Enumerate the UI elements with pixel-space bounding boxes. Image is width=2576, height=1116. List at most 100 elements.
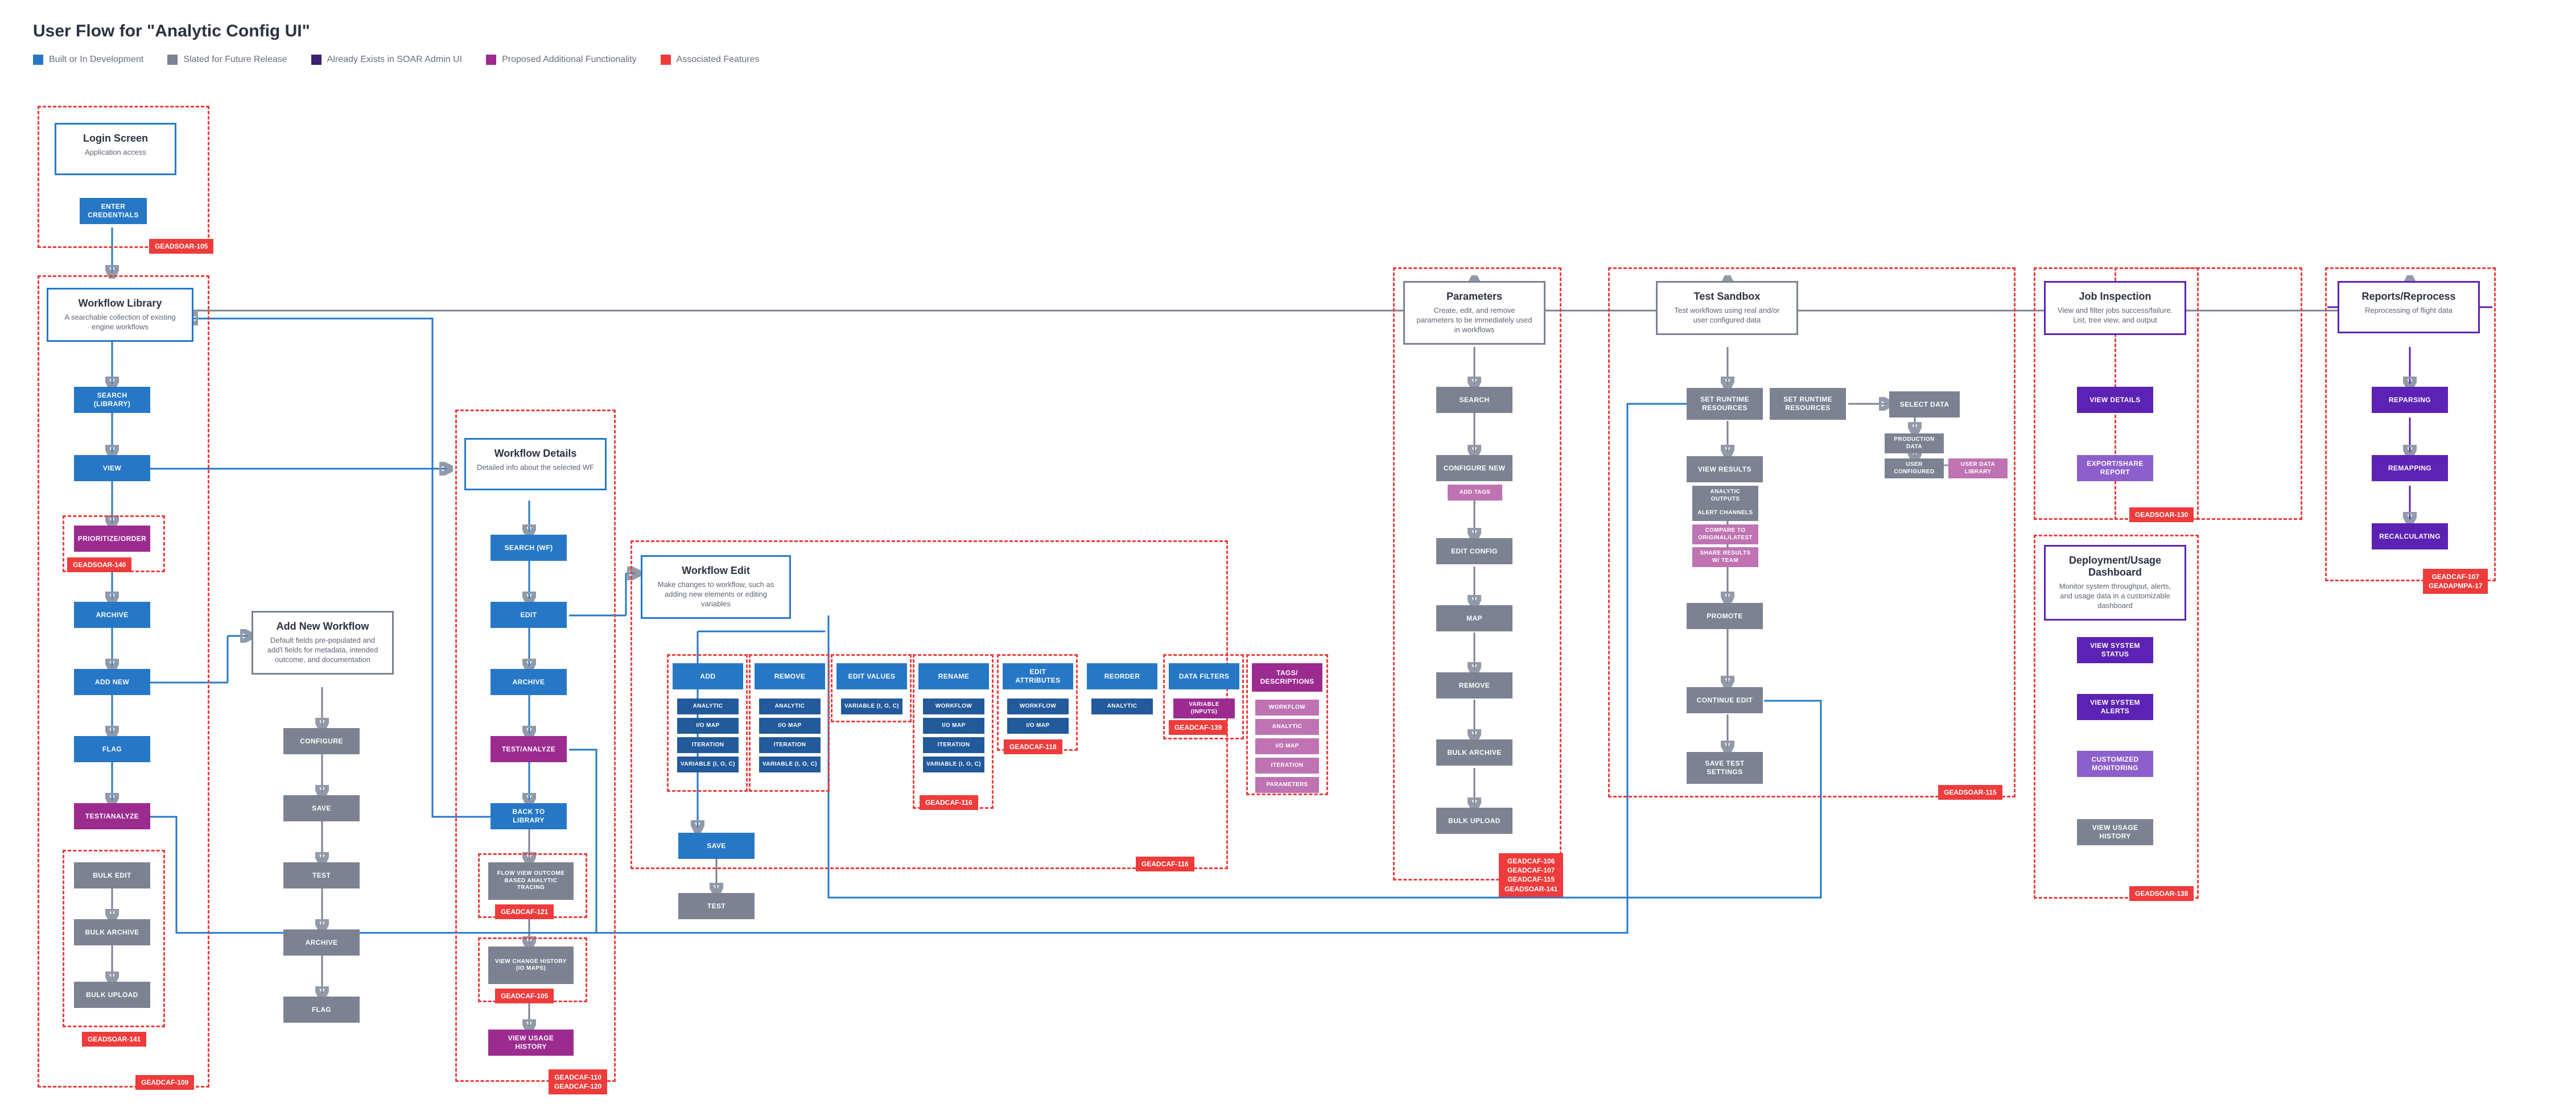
node-lib-addnew[interactable]: ADD NEW bbox=[74, 669, 150, 695]
node-details-test[interactable]: TEST/ANALYZE bbox=[491, 736, 567, 762]
sub-ev-var[interactable]: Variable (I, O, C) bbox=[841, 698, 902, 714]
sub-rm-var[interactable]: Variable (I, O, C) bbox=[759, 757, 821, 772]
tag-sandbox-group: GEADSOAR-115 bbox=[1938, 785, 2002, 800]
sub-rm-analytic[interactable]: Analytic bbox=[759, 698, 821, 714]
node-enter-credentials[interactable]: ENTER CREDENTIALS bbox=[80, 198, 147, 224]
tag-params-group: GEADCAF-106 GEADCAF-107 GEADCAF-115 GEAD… bbox=[1499, 853, 1563, 897]
node-sb-prod[interactable]: Production Data bbox=[1885, 433, 1944, 453]
node-sb-outputs[interactable]: Analytic Outputs bbox=[1692, 486, 1758, 506]
node-edit-test[interactable]: TEST bbox=[678, 893, 755, 919]
node-details-back[interactable]: BACK TO LIBRARY bbox=[491, 803, 567, 829]
node-details-flowview[interactable]: FLOW VIEW Outcome Based Analytic Tracing bbox=[488, 862, 574, 900]
node-edit-save[interactable]: SAVE bbox=[678, 833, 755, 859]
sub-td-workflow[interactable]: Workflow bbox=[1255, 700, 1319, 716]
legend-sw-exists bbox=[311, 55, 322, 65]
node-details-archive[interactable]: ARCHIVE bbox=[491, 669, 567, 695]
node-sb-userlib[interactable]: User Data Library bbox=[1948, 458, 2008, 478]
node-param-search[interactable]: SEARCH bbox=[1436, 387, 1512, 413]
node-lib-test[interactable]: TEST/ANALYZE bbox=[74, 803, 150, 829]
node-sb-share[interactable]: Share Results w/ Team bbox=[1692, 547, 1758, 567]
sub-ea-wf[interactable]: Workflow bbox=[1007, 698, 1069, 714]
node-param-configure[interactable]: CONFIGURE NEW bbox=[1436, 455, 1512, 481]
node-sb-setrr2[interactable]: SET RUNTIME RESOURCES bbox=[1770, 388, 1846, 420]
heading-title: Parameters bbox=[1415, 291, 1534, 303]
node-param-addtags[interactable]: Add Tags bbox=[1448, 485, 1502, 501]
node-addnew-configure[interactable]: CONFIGURE bbox=[283, 728, 360, 754]
node-sb-alert[interactable]: Alert Channels bbox=[1692, 505, 1758, 521]
sub-rn-wf[interactable]: Workflow bbox=[923, 698, 984, 714]
node-sb-view[interactable]: VIEW RESULTS bbox=[1687, 456, 1763, 482]
legend-label: Proposed Additional Functionality bbox=[502, 55, 637, 65]
node-details-usage[interactable]: VIEW USAGE HISTORY bbox=[488, 1030, 574, 1056]
node-addnew-test[interactable]: TEST bbox=[283, 862, 360, 888]
node-dash-alerts[interactable]: VIEW SYSTEM ALERTS bbox=[2077, 694, 2153, 720]
heading-desc: Test workflows using real and/or user co… bbox=[1668, 306, 1786, 325]
sub-add-analytic[interactable]: Analytic bbox=[677, 698, 739, 714]
node-dash-usagehist[interactable]: VIEW USAGE HISTORY bbox=[2077, 819, 2153, 845]
node-param-remove[interactable]: REMOVE bbox=[1436, 672, 1512, 698]
heading-sandbox: Test Sandbox Test workflows using real a… bbox=[1656, 281, 1798, 335]
node-addnew-archive[interactable]: ARCHIVE bbox=[283, 929, 360, 956]
sub-add-var[interactable]: Variable (I, O, C) bbox=[677, 757, 739, 772]
heading-desc: A searchable collection of existing engi… bbox=[59, 313, 182, 332]
legend-label: Already Exists in SOAR Admin UI bbox=[327, 55, 462, 65]
page-title: User Flow for "Analytic Config UI" bbox=[33, 22, 310, 41]
node-sb-setrr[interactable]: SET RUNTIME RESOURCES bbox=[1687, 388, 1763, 420]
node-rep-reparse[interactable]: REPARSING bbox=[2372, 387, 2448, 413]
heading-title: Job Inspection bbox=[2056, 291, 2174, 303]
node-param-map[interactable]: MAP bbox=[1436, 605, 1512, 631]
sub-td-analytic[interactable]: Analytic bbox=[1255, 719, 1319, 735]
node-sb-promote[interactable]: PROMOTE bbox=[1687, 603, 1763, 629]
sub-td-iter[interactable]: Iteration bbox=[1255, 758, 1319, 774]
heading-desc: Monitor system throughput, alerts, and u… bbox=[2056, 582, 2174, 611]
node-param-editconfig[interactable]: EDIT CONFIG bbox=[1436, 538, 1512, 564]
sub-td-params[interactable]: Parameters bbox=[1255, 777, 1319, 793]
node-sb-selectdata[interactable]: SELECT DATA bbox=[1889, 391, 1960, 418]
sub-rn-iter[interactable]: Iteration bbox=[923, 737, 984, 753]
tag-reports-group: GEADCAF-107 GEADAPMPA-17 bbox=[2423, 569, 2488, 594]
node-rep-recalc[interactable]: RECALCULATING bbox=[2372, 523, 2448, 549]
node-rep-remap[interactable]: REMAPPING bbox=[2372, 455, 2448, 481]
sub-add-iomap[interactable]: I/O Map bbox=[677, 718, 739, 734]
tag-dash-group: GEADSOAR-138 bbox=[2129, 886, 2194, 901]
node-details-changehist[interactable]: VIEW CHANGE HISTORY (IO Maps) bbox=[488, 946, 574, 984]
sub-add-iter[interactable]: Iteration bbox=[677, 737, 739, 753]
node-dash-status[interactable]: VIEW SYSTEM STATUS bbox=[2077, 637, 2153, 663]
node-sb-continue[interactable]: CONTINUE EDIT bbox=[1687, 687, 1763, 713]
node-param-bulkarchive[interactable]: BULK ARCHIVE bbox=[1436, 739, 1512, 766]
node-param-bulkupload[interactable]: BULK UPLOAD bbox=[1436, 808, 1512, 834]
node-sb-savesettings[interactable]: SAVE TEST SETTINGS bbox=[1687, 752, 1763, 784]
node-lib-flag[interactable]: FLAG bbox=[74, 736, 150, 762]
node-lib-bulkarchive[interactable]: BULK ARCHIVE bbox=[74, 919, 150, 945]
node-dash-custommon[interactable]: CUSTOMIZED MONITORING bbox=[2077, 751, 2153, 777]
heading-title: Workflow Library bbox=[59, 297, 182, 309]
heading-desc: Make changes to workflow, such as adding… bbox=[653, 580, 779, 609]
node-lib-prioritize[interactable]: PRIORITIZE/ORDER bbox=[74, 526, 150, 552]
tag-login: GEADSOAR-105 bbox=[149, 239, 213, 254]
sub-ea-iomap[interactable]: I/O Map bbox=[1007, 718, 1069, 734]
node-jobs-viewdetails[interactable]: VIEW DETAILS bbox=[2077, 387, 2153, 413]
node-lib-bulkedit[interactable]: BULK EDIT bbox=[74, 862, 150, 888]
sub-df-varinputs[interactable]: Variable (Inputs) bbox=[1173, 698, 1235, 718]
heading-reports: Reports/Reprocess Reprocessing of flight… bbox=[2338, 281, 2480, 333]
sub-rn-iomap[interactable]: I/O Map bbox=[923, 718, 984, 734]
node-addnew-flag[interactable]: FLAG bbox=[283, 997, 360, 1023]
node-lib-view[interactable]: VIEW bbox=[74, 455, 150, 481]
node-lib-search[interactable]: SEARCH (Library) bbox=[74, 387, 150, 413]
sub-rm-iter[interactable]: Iteration bbox=[759, 737, 821, 753]
node-sb-compare[interactable]: Compare to Original/Latest bbox=[1692, 524, 1758, 544]
node-edit-reorder[interactable]: REORDER bbox=[1087, 663, 1157, 689]
node-lib-bulkupload[interactable]: BULK UPLOAD bbox=[74, 982, 150, 1008]
node-jobs-export[interactable]: EXPORT/SHARE REPORT bbox=[2077, 455, 2153, 481]
node-details-search[interactable]: SEARCH (WF) bbox=[491, 535, 567, 561]
sub-rm-iomap[interactable]: I/O Map bbox=[759, 718, 821, 734]
legend-sw-future bbox=[167, 55, 178, 65]
node-sb-userconf[interactable]: User Configured bbox=[1885, 458, 1944, 478]
sub-td-iomap[interactable]: I/O Map bbox=[1255, 738, 1319, 754]
sub-rn-var[interactable]: Variable (I, O, C) bbox=[923, 757, 984, 772]
node-addnew-save[interactable]: SAVE bbox=[283, 795, 360, 821]
node-lib-archive[interactable]: ARCHIVE bbox=[74, 602, 150, 628]
sub-ro-analytic[interactable]: Analytic bbox=[1091, 698, 1153, 714]
heading-title: Workflow Edit bbox=[653, 565, 779, 577]
node-details-edit[interactable]: EDIT bbox=[491, 602, 567, 628]
